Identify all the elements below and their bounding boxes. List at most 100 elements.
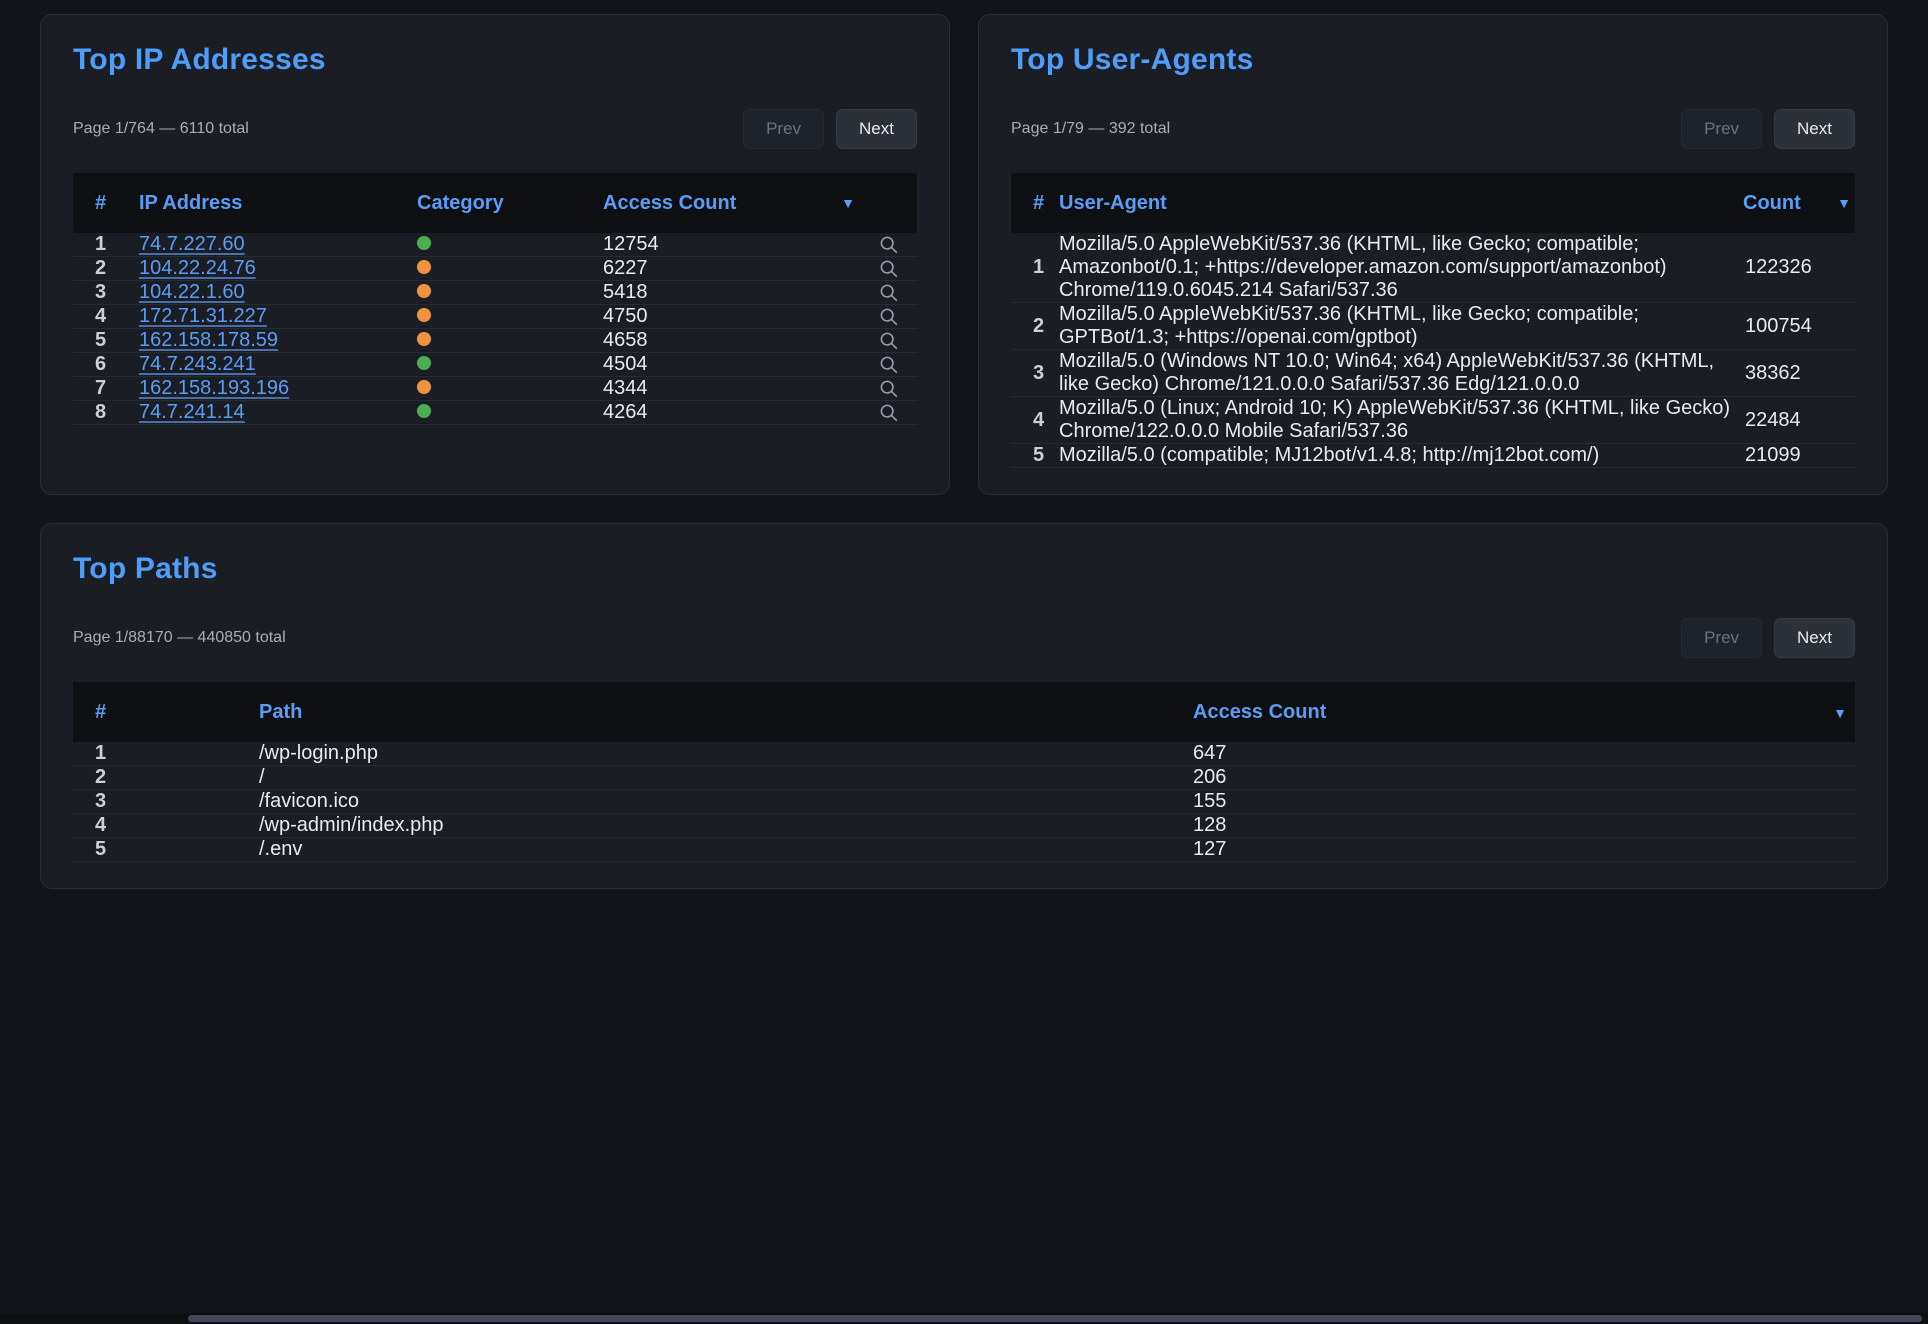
table-row: 8 74.7.241.14 4264 <box>73 401 917 425</box>
panel-top-ip-addresses: Top IP Addresses Page 1/764 — 6110 total… <box>40 14 950 495</box>
prev-button-paths[interactable]: Prev <box>1681 618 1762 658</box>
access-count: 128 <box>1193 814 1813 837</box>
page-title-user-agents: Top User-Agents <box>1011 43 1855 77</box>
access-count: 127 <box>1193 838 1813 861</box>
search-icon[interactable] <box>878 234 900 256</box>
row-rank: 4 <box>73 305 139 328</box>
table-row: 4 172.71.31.227 4750 <box>73 305 917 329</box>
category-dot <box>417 356 431 370</box>
prev-button-ua[interactable]: Prev <box>1681 109 1762 149</box>
search-icon[interactable] <box>878 402 900 424</box>
col-header-rank: # <box>73 701 259 724</box>
pager-row-ua: Page 1/79 — 392 total Prev Next <box>1011 109 1855 149</box>
horizontal-scrollbar-thumb[interactable] <box>188 1315 1922 1322</box>
panel-top-user-agents: Top User-Agents Page 1/79 — 392 total Pr… <box>978 14 1888 495</box>
ip-link[interactable]: 162.158.193.196 <box>139 377 289 399</box>
row-rank: 4 <box>1011 409 1059 432</box>
next-button-paths[interactable]: Next <box>1774 618 1855 658</box>
ip-link[interactable]: 74.7.227.60 <box>139 233 245 255</box>
row-rank: 6 <box>73 353 139 376</box>
row-rank: 2 <box>73 766 259 789</box>
search-icon[interactable] <box>878 378 900 400</box>
agent-count: 100754 <box>1743 315 1855 338</box>
path-value: /favicon.ico <box>259 790 1193 813</box>
sort-desc-icon[interactable]: ▼ <box>1837 195 1851 211</box>
row-rank: 7 <box>73 377 139 400</box>
agent-count: 21099 <box>1743 444 1855 467</box>
col-header-category[interactable]: Category <box>417 192 603 215</box>
access-count: 647 <box>1193 742 1813 765</box>
table-row: 2 / 206 <box>73 766 1855 790</box>
ip-link[interactable]: 104.22.1.60 <box>139 281 245 303</box>
pagination-info-ua: Page 1/79 — 392 total <box>1011 120 1170 138</box>
access-count: 4264 <box>603 401 861 424</box>
row-rank: 4 <box>73 814 259 837</box>
search-icon[interactable] <box>878 354 900 376</box>
prev-button-ip[interactable]: Prev <box>743 109 824 149</box>
access-count: 155 <box>1193 790 1813 813</box>
table-row: 1 74.7.227.60 12754 <box>73 233 917 257</box>
access-count: 206 <box>1193 766 1813 789</box>
horizontal-scrollbar-track[interactable] <box>0 1313 1928 1324</box>
ip-link[interactable]: 104.22.24.76 <box>139 257 256 279</box>
ip-link[interactable]: 162.158.178.59 <box>139 329 278 351</box>
row-rank: 5 <box>73 838 259 861</box>
row-rank: 2 <box>1011 315 1059 338</box>
col-header-count[interactable]: Count <box>1743 192 1801 215</box>
table-row: 1 Mozilla/5.0 AppleWebKit/537.36 (KHTML,… <box>1011 233 1855 303</box>
agent-count: 38362 <box>1743 362 1855 385</box>
ip-link[interactable]: 172.71.31.227 <box>139 305 267 327</box>
pagination-info-ip: Page 1/764 — 6110 total <box>73 120 249 138</box>
col-header-access-count[interactable]: Access Count <box>603 192 736 215</box>
access-count: 4344 <box>603 377 861 400</box>
row-rank: 1 <box>73 742 259 765</box>
access-count: 6227 <box>603 257 861 280</box>
table-row: 6 74.7.243.241 4504 <box>73 353 917 377</box>
table-row: 3 /favicon.ico 155 <box>73 790 1855 814</box>
category-dot <box>417 404 431 418</box>
row-rank: 1 <box>1011 256 1059 279</box>
table-row: 7 162.158.193.196 4344 <box>73 377 917 401</box>
category-dot <box>417 332 431 346</box>
table-row: 2 104.22.24.76 6227 <box>73 257 917 281</box>
table-row: 5 Mozilla/5.0 (compatible; MJ12bot/v1.4.… <box>1011 444 1855 468</box>
row-rank: 1 <box>73 233 139 256</box>
sort-desc-icon[interactable]: ▼ <box>1833 705 1847 721</box>
row-rank: 8 <box>73 401 139 424</box>
next-button-ip[interactable]: Next <box>836 109 917 149</box>
search-icon[interactable] <box>878 258 900 280</box>
category-dot <box>417 380 431 394</box>
ip-link[interactable]: 74.7.241.14 <box>139 401 245 423</box>
category-dot <box>417 236 431 250</box>
col-header-rank: # <box>73 192 139 215</box>
next-button-ua[interactable]: Next <box>1774 109 1855 149</box>
row-rank: 3 <box>73 790 259 813</box>
ip-link[interactable]: 74.7.243.241 <box>139 353 256 375</box>
col-header-user-agent[interactable]: User-Agent <box>1059 192 1743 215</box>
table-row: 4 /wp-admin/index.php 128 <box>73 814 1855 838</box>
col-header-access-count[interactable]: Access Count <box>1193 701 1813 724</box>
row-rank: 2 <box>73 257 139 280</box>
path-value: /wp-admin/index.php <box>259 814 1193 837</box>
sort-desc-icon[interactable]: ▼ <box>841 195 855 211</box>
access-count: 4750 <box>603 305 861 328</box>
col-header-ip-address[interactable]: IP Address <box>139 192 417 215</box>
path-value: /wp-login.php <box>259 742 1193 765</box>
row-rank: 5 <box>1011 444 1059 467</box>
col-header-path[interactable]: Path <box>259 701 1193 724</box>
row-rank: 5 <box>73 329 139 352</box>
search-icon[interactable] <box>878 282 900 304</box>
table-row: 5 162.158.178.59 4658 <box>73 329 917 353</box>
table-row: 3 Mozilla/5.0 (Windows NT 10.0; Win64; x… <box>1011 350 1855 397</box>
page-title-ip: Top IP Addresses <box>73 43 917 77</box>
user-agent-string: Mozilla/5.0 AppleWebKit/537.36 (KHTML, l… <box>1059 233 1743 302</box>
access-count: 4658 <box>603 329 861 352</box>
pager-row-ip: Page 1/764 — 6110 total Prev Next <box>73 109 917 149</box>
search-icon[interactable] <box>878 330 900 352</box>
pager-row-paths: Page 1/88170 — 440850 total Prev Next <box>73 618 1855 658</box>
table-row: 1 /wp-login.php 647 <box>73 742 1855 766</box>
user-agent-string: Mozilla/5.0 AppleWebKit/537.36 (KHTML, l… <box>1059 303 1743 349</box>
search-icon[interactable] <box>878 306 900 328</box>
table-row: 4 Mozilla/5.0 (Linux; Android 10; K) App… <box>1011 397 1855 444</box>
access-count: 4504 <box>603 353 861 376</box>
